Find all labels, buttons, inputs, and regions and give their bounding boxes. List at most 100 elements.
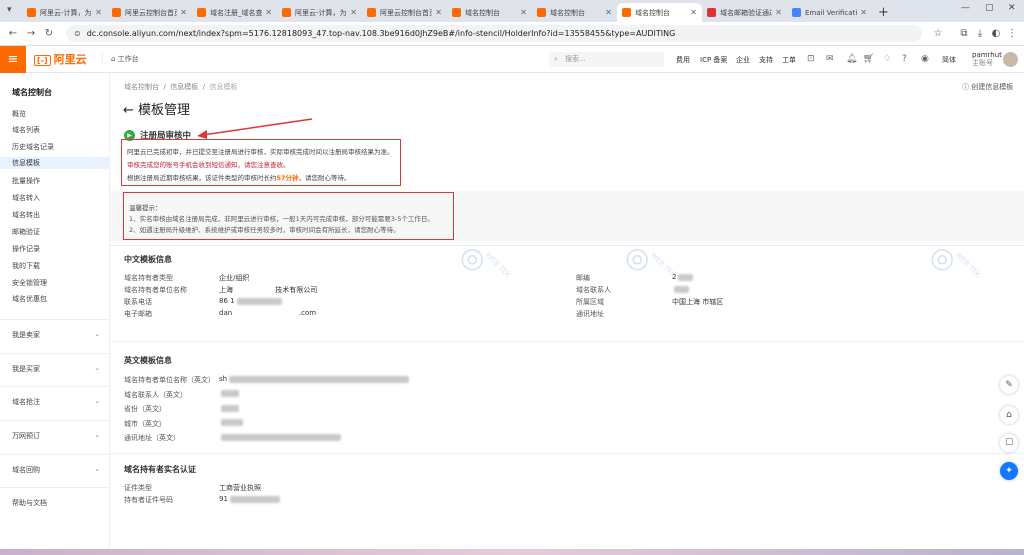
sidebar-item[interactable]: 域名列表: [12, 125, 40, 135]
sidebar-item[interactable]: 安全锁管理: [12, 278, 47, 288]
browser-tab[interactable]: 阿里云控制台首页 ✕: [362, 3, 447, 22]
reload-icon[interactable]: ↻: [40, 28, 58, 39]
language-switch[interactable]: 简体: [942, 55, 956, 65]
avatar[interactable]: [1003, 52, 1018, 67]
field-value-text: 工商营业执照: [219, 484, 261, 492]
sidebar: 域名控制台 概览 域名列表 历史域名记录 信息模板 批量操作 域名转入 域名转出 邮箱验证 操作…: [0, 73, 110, 555]
close-window-icon[interactable]: ✕: [1008, 3, 1016, 13]
status-line-3: 根据注册局近期审核结果，该证件类型的审核时长约57分钟，请您耐心等待。: [127, 172, 351, 182]
browser-tab[interactable]: Email Verification✕: [787, 3, 872, 22]
nav-icp[interactable]: ICP 备案: [700, 55, 727, 65]
chat-float-icon[interactable]: ☐: [1000, 434, 1018, 452]
close-tab-icon[interactable]: ✕: [690, 8, 697, 17]
sidebar-group[interactable]: 我是买家 ⌄: [12, 364, 100, 374]
nav-ticket[interactable]: 工单: [782, 55, 796, 65]
aliyun-logo[interactable]: [-] 阿里云: [34, 51, 94, 67]
cart-icon[interactable]: 🛒︎: [863, 54, 874, 64]
breadcrumb-item[interactable]: 信息模板: [170, 83, 198, 91]
browser-tab[interactable]: 域名控制台 ✕: [532, 3, 617, 22]
nav-enterprise[interactable]: 企业: [736, 55, 750, 65]
bulb-icon[interactable]: ♢: [883, 54, 891, 64]
sidebar-item[interactable]: 历史域名记录: [12, 142, 54, 152]
browser-tab[interactable]: 域名控制台 ✕: [447, 3, 532, 22]
sidebar-item[interactable]: 域名优惠包: [12, 294, 47, 304]
create-template-link[interactable]: ⓘ 创建信息模板: [962, 82, 1013, 92]
nav-support[interactable]: 支持: [759, 55, 773, 65]
sidebar-group[interactable]: 帮助与文档: [12, 498, 100, 508]
search-placeholder: 搜索...: [565, 55, 586, 63]
maximize-icon[interactable]: ▢: [985, 3, 994, 13]
field-value: sh: [219, 375, 410, 383]
chevron-down-icon: ⌄: [94, 364, 100, 372]
profile-icon[interactable]: ◐: [988, 28, 1004, 39]
aliyun-icon: [537, 8, 546, 17]
sidebar-item[interactable]: 批量操作: [12, 176, 40, 186]
back-icon[interactable]: ←: [4, 28, 22, 39]
url-input[interactable]: ⊜ dc.console.aliyun.com/next/index?spm=5…: [66, 25, 922, 42]
watermark-logo-icon: ◎: [460, 241, 485, 274]
sidebar-item[interactable]: 域名转出: [12, 210, 40, 220]
close-tab-icon[interactable]: ✕: [350, 8, 357, 17]
close-tab-icon[interactable]: ✕: [605, 8, 612, 17]
assistant-float-icon[interactable]: ✦: [1000, 462, 1018, 480]
forward-icon[interactable]: →: [22, 28, 40, 39]
browser-tab[interactable]: 域名控制台 ✕: [617, 3, 702, 22]
field-value: 91: [219, 495, 280, 503]
close-tab-icon[interactable]: ✕: [435, 8, 442, 17]
nav-fees[interactable]: 费用: [676, 55, 690, 65]
browser-tab[interactable]: 域名邮箱验证通过 ✕: [702, 3, 787, 22]
sidebar-item[interactable]: 域名转入: [12, 193, 40, 203]
close-tab-icon[interactable]: ✕: [180, 8, 187, 17]
browser-tab[interactable]: 阿里云-计算，为了✕: [277, 3, 362, 22]
edit-float-icon[interactable]: ✎: [1000, 376, 1018, 394]
sidebar-item[interactable]: 我的下载: [12, 261, 40, 271]
field-label: 域名持有者类型: [124, 274, 173, 282]
sidebar-group[interactable]: 万网预订 ⌄: [12, 431, 100, 441]
extensions-icon[interactable]: ⧉: [956, 28, 972, 39]
sidebar-group[interactable]: 我是卖家 ⌄: [12, 330, 100, 340]
tips-title: 温馨提示：: [129, 204, 162, 212]
chevron-down-icon: ⌄: [94, 330, 100, 338]
global-icon[interactable]: ◉: [921, 54, 929, 64]
sidebar-item[interactable]: 概览: [12, 109, 26, 119]
console-search-input[interactable]: ⌕ 搜索...: [549, 52, 664, 67]
watermark: ◎WEB TEK: [625, 241, 679, 279]
close-tab-icon[interactable]: ✕: [95, 8, 102, 17]
field-label: 邮编: [576, 274, 590, 282]
sidebar-item[interactable]: 操作记录: [12, 244, 40, 254]
sidebar-group[interactable]: 域名回购 ⌄: [12, 465, 100, 475]
site-info-icon[interactable]: ⊜: [74, 29, 81, 38]
minimize-icon[interactable]: —: [961, 3, 970, 13]
tab-search-icon[interactable]: ▾: [7, 5, 12, 15]
hamburger-menu-icon[interactable]: ≡: [0, 45, 26, 73]
new-tab-button[interactable]: +: [878, 3, 889, 22]
tab-title: 域名控制台: [465, 8, 500, 17]
download-icon[interactable]: ⤓: [972, 28, 988, 39]
browser-tab[interactable]: 阿里云控制台首页 ✕: [107, 3, 192, 22]
cloud-shell-icon[interactable]: ⊡: [807, 54, 815, 64]
sidebar-group[interactable]: 域名抢注 ⌄: [12, 397, 100, 407]
close-tab-icon[interactable]: ✕: [265, 8, 272, 17]
sidebar-item[interactable]: 邮箱验证: [12, 227, 40, 237]
help-icon[interactable]: ?: [902, 54, 907, 64]
workbench-link[interactable]: ⌂ 工作台: [102, 54, 139, 64]
sidebar-divider: [0, 487, 110, 488]
field-label: 通讯地址（英文）: [124, 434, 180, 442]
message-icon[interactable]: ✉: [826, 54, 834, 64]
gift-float-icon[interactable]: ⌂: [1000, 406, 1018, 424]
close-tab-icon[interactable]: ✕: [775, 8, 782, 17]
watermark-text: WEB TEK: [484, 250, 513, 280]
breadcrumb-item[interactable]: 域名控制台: [124, 83, 159, 91]
browser-tab[interactable]: 域名注册_域名查询✕: [192, 3, 277, 22]
sidebar-item[interactable]: 信息模板: [0, 157, 110, 169]
back-arrow-icon[interactable]: ←: [123, 103, 138, 118]
close-tab-icon[interactable]: ✕: [860, 8, 867, 17]
browser-menu-icon[interactable]: ⋮: [1004, 28, 1020, 39]
field-value: 工商营业执照: [219, 483, 261, 493]
close-tab-icon[interactable]: ✕: [520, 8, 527, 17]
user-info[interactable]: pamrhut 主账号: [972, 51, 1002, 67]
bookmark-star-icon[interactable]: ☆: [930, 28, 946, 39]
bell-icon[interactable]: 🔔︎: [846, 54, 857, 64]
browser-tab[interactable]: 阿里云-计算，为了✕: [22, 3, 107, 22]
redacted-mask: [221, 404, 239, 412]
